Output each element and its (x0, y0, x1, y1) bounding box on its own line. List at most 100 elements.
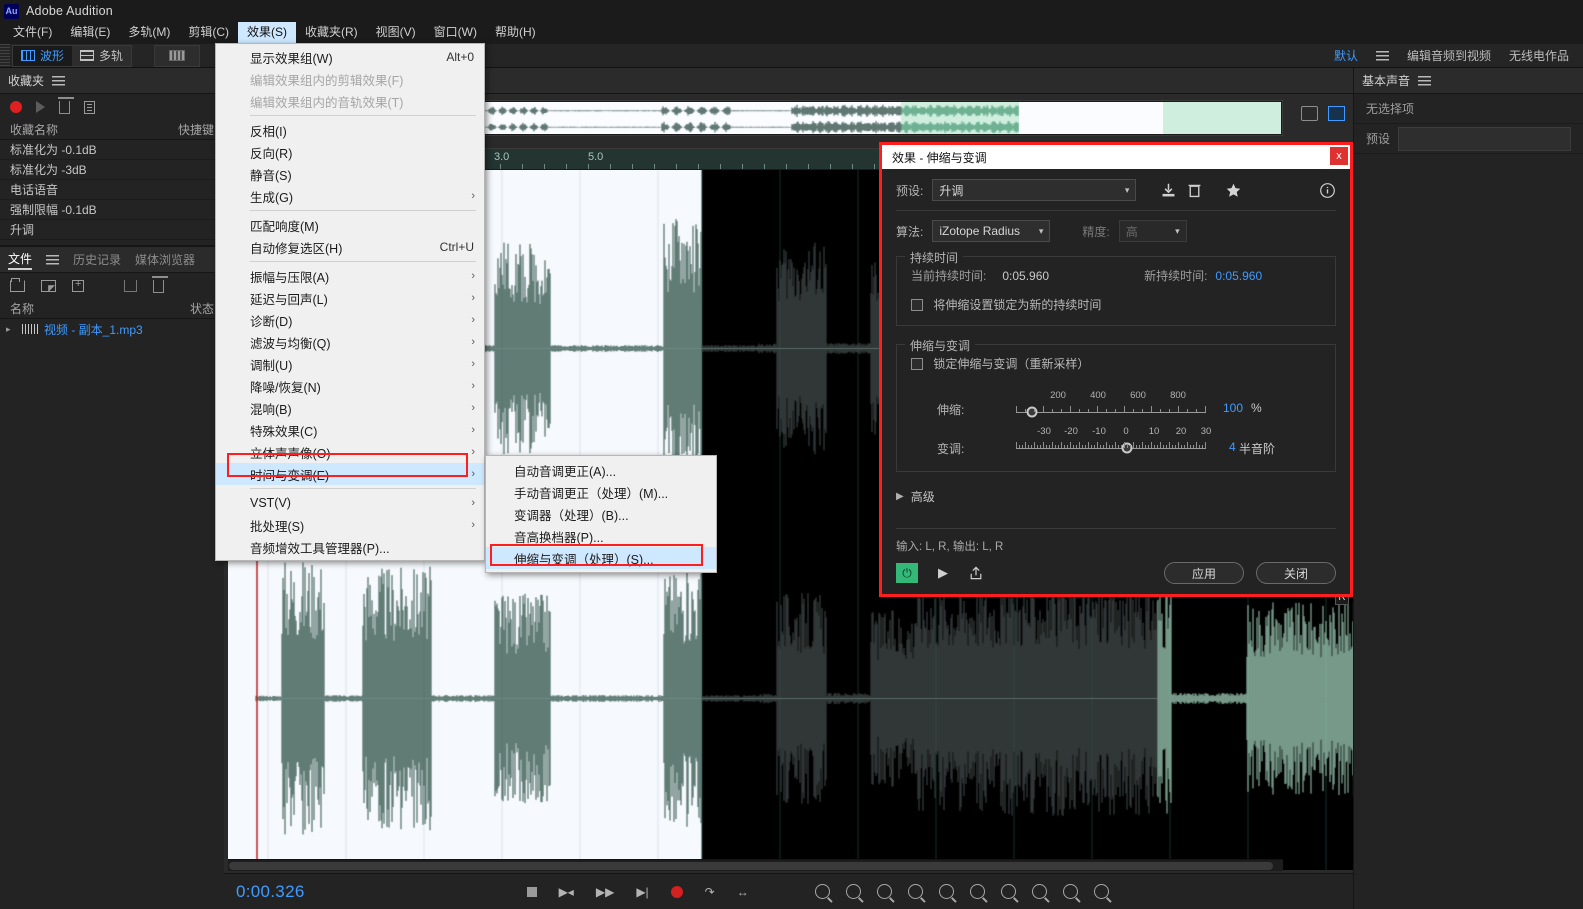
zoom-left-icon[interactable] (970, 884, 985, 899)
favorite-row[interactable]: 升调 (0, 220, 224, 240)
export-file-icon[interactable] (124, 280, 137, 292)
spectral-frequency-button[interactable] (161, 46, 193, 66)
menu-5[interactable]: 收藏夹(R) (296, 22, 367, 44)
record-button[interactable] (671, 886, 683, 898)
stretch-value[interactable]: 100 (1223, 401, 1243, 415)
preset-input[interactable] (1398, 127, 1571, 151)
favorite-row[interactable]: 标准化为 -3dB (0, 160, 224, 180)
submenu-item-0[interactable]: 自动音调更正(A)... (486, 459, 716, 481)
effects-menu-item-14[interactable]: 降噪/恢复(N)› (216, 375, 484, 397)
tab-files[interactable]: 文件 (8, 250, 32, 270)
zoom-in-amplitude-icon[interactable] (908, 884, 923, 899)
close-button[interactable]: 关闭 (1256, 562, 1336, 584)
effects-menu-item-13[interactable]: 调制(U)› (216, 353, 484, 375)
effects-menu-item-21[interactable]: 音频增效工具管理器(P)... (216, 536, 484, 558)
play-favorite-icon[interactable] (36, 101, 45, 113)
workspace-menu-icon[interactable] (1376, 51, 1389, 61)
skip-selection-button[interactable]: ↔ (737, 885, 749, 899)
info-icon[interactable] (1319, 182, 1336, 199)
zoom-vertical-icon[interactable] (1094, 884, 1109, 899)
zoom-out-full-icon[interactable] (1032, 884, 1047, 899)
effects-menu-item-16[interactable]: 特殊效果(C)› (216, 419, 484, 441)
menu-6[interactable]: 视图(V) (367, 22, 425, 44)
workspace-edit-audio-to-video[interactable]: 编辑音频到视频 (1407, 47, 1491, 64)
pitch-slider[interactable]: -30-20-100102030 (1016, 426, 1206, 452)
tab-media-browser[interactable]: 媒体浏览器 (135, 251, 195, 268)
loop-button[interactable]: ↷ (705, 885, 715, 899)
save-preset-icon[interactable] (1160, 182, 1177, 199)
favorite-row[interactable]: 强制限幅 -0.1dB (0, 200, 224, 220)
import-file-icon[interactable] (41, 280, 56, 292)
submenu-item-1[interactable]: 手动音调更正（处理）(M)... (486, 481, 716, 503)
favorites-menu-icon[interactable] (52, 76, 65, 86)
export-preset-icon[interactable] (968, 565, 984, 581)
submenu-item-3[interactable]: 音高换档器(P)... (486, 525, 716, 547)
close-file-icon[interactable] (153, 280, 164, 293)
menu-8[interactable]: 帮助(H) (486, 22, 545, 44)
zoom-out-amplitude-icon[interactable] (939, 884, 954, 899)
effects-menu-item-19[interactable]: VST(V)› (216, 492, 484, 514)
zoom-reset-icon[interactable] (1063, 884, 1078, 899)
preview-play-icon[interactable]: ▶ (938, 565, 948, 581)
waveform-view-button[interactable]: 波形 (13, 46, 72, 66)
expand-chevron-icon[interactable]: ▸ (6, 324, 16, 335)
favorite-row[interactable]: 标准化为 -0.1dB (0, 140, 224, 160)
effects-menu-item-8[interactable]: 自动修复选区(H)Ctrl+U (216, 236, 484, 258)
power-toggle-icon[interactable]: ⏻ (896, 563, 918, 583)
files-menu-icon[interactable] (46, 255, 59, 265)
play-from-start-button[interactable]: ▶◂ (559, 885, 574, 899)
toolbar-grip[interactable] (0, 44, 10, 68)
effects-menu-item-9[interactable]: 振幅与压限(A)› (216, 265, 484, 287)
preset-dropdown[interactable]: 升调 ▾ (932, 179, 1136, 201)
effects-menu-item-11[interactable]: 诊断(D)› (216, 309, 484, 331)
workspace-radio-production[interactable]: 无线电作品 (1509, 47, 1569, 64)
zoom-out-time-icon[interactable] (846, 884, 861, 899)
algorithm-dropdown[interactable]: iZotope Radius ▾ (932, 220, 1050, 242)
pitch-value[interactable]: 4 (1229, 440, 1236, 454)
tab-history[interactable]: 历史记录 (73, 251, 121, 268)
menu-2[interactable]: 多轨(M) (119, 22, 179, 44)
multitrack-view-button[interactable]: 多轨 (72, 46, 131, 66)
stop-button[interactable] (527, 887, 537, 897)
lock-duration-checkbox[interactable] (911, 299, 923, 311)
effects-menu-item-10[interactable]: 延迟与回声(L)› (216, 287, 484, 309)
submenu-item-2[interactable]: 变调器（处理）(B)... (486, 503, 716, 525)
lock-stretch-row[interactable]: 锁定伸缩与变调（重新采样） (911, 355, 1321, 372)
essential-sound-menu-icon[interactable] (1418, 76, 1431, 86)
menu-4[interactable]: 效果(S) (238, 22, 296, 44)
zoom-to-selection-icon[interactable] (877, 884, 892, 899)
dialog-title-bar[interactable]: 效果 - 伸缩与变调 x (882, 145, 1350, 169)
effects-menu-item-6[interactable]: 生成(G)› (216, 185, 484, 207)
new-duration-value[interactable]: 0:05.960 (1215, 269, 1262, 283)
effects-menu-item-3[interactable]: 反相(I) (216, 119, 484, 141)
favorite-star-icon[interactable] (1225, 182, 1242, 199)
delete-preset-icon[interactable] (1186, 182, 1203, 199)
zoom-right-icon[interactable] (1001, 884, 1016, 899)
effects-menu-item-4[interactable]: 反向(R) (216, 141, 484, 163)
effects-menu-item-18[interactable]: 时间与变调(E)› (216, 463, 484, 485)
submenu-item-4[interactable]: 伸缩与变调（处理）(S)... (486, 547, 716, 569)
horizontal-scrollbar[interactable] (228, 859, 1283, 871)
timecode-display[interactable]: 0:00.326 (236, 882, 305, 902)
effects-menu-item-7[interactable]: 匹配响度(M) (216, 214, 484, 236)
open-file-icon[interactable] (10, 280, 25, 292)
menu-1[interactable]: 编辑(E) (61, 22, 119, 44)
close-icon[interactable]: x (1330, 147, 1348, 165)
menu-0[interactable]: 文件(F) (4, 22, 61, 44)
stretch-slider-knob[interactable] (1027, 407, 1038, 418)
favorite-row[interactable]: 电话语音 (0, 180, 224, 200)
effects-menu-item-20[interactable]: 批处理(S)› (216, 514, 484, 536)
effects-menu-item-5[interactable]: 静音(S) (216, 163, 484, 185)
workspace-default[interactable]: 默认 (1334, 47, 1358, 64)
apply-button[interactable]: 应用 (1164, 562, 1244, 584)
edit-favorite-icon[interactable] (84, 101, 95, 114)
delete-favorite-icon[interactable] (59, 101, 70, 114)
record-favorite-icon[interactable] (10, 101, 22, 113)
stretch-slider[interactable]: 200400600800 (1016, 390, 1206, 416)
effects-menu-item-15[interactable]: 混响(B)› (216, 397, 484, 419)
zoom-in-time-icon[interactable] (815, 884, 830, 899)
effects-menu-item-12[interactable]: 滤波与均衡(Q)› (216, 331, 484, 353)
lock-stretch-checkbox[interactable] (911, 358, 923, 370)
menu-3[interactable]: 剪辑(C) (179, 22, 238, 44)
effects-menu-item-17[interactable]: 立体声声像(O)› (216, 441, 484, 463)
